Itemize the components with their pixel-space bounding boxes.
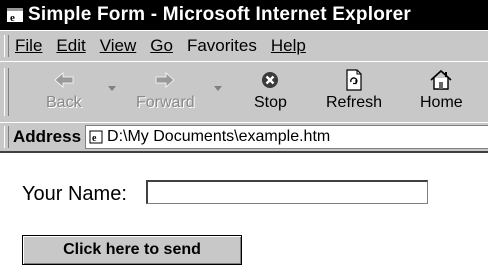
ie-logo-icon: e bbox=[7, 8, 23, 24]
address-grip[interactable] bbox=[4, 126, 9, 148]
name-input[interactable] bbox=[146, 180, 428, 204]
refresh-label: Refresh bbox=[326, 94, 383, 111]
address-field[interactable]: e D:\My Documents\example.htm bbox=[85, 125, 488, 149]
forward-arrow-icon bbox=[155, 72, 175, 88]
home-label: Home bbox=[420, 94, 463, 111]
home-icon bbox=[430, 69, 452, 90]
address-value[interactable]: D:\My Documents\example.htm bbox=[107, 128, 330, 146]
refresh-icon bbox=[346, 69, 362, 91]
forward-dropdown-icon[interactable] bbox=[214, 86, 222, 91]
svg-text:e: e bbox=[92, 133, 97, 144]
stop-icon bbox=[262, 72, 279, 88]
toolbar-grip[interactable] bbox=[4, 68, 9, 116]
address-bar: Address e D:\My Documents\example.htm bbox=[0, 122, 488, 152]
menu-bar: File Edit View Go Favorites Help bbox=[0, 30, 488, 62]
forward-button[interactable]: Forward bbox=[136, 68, 195, 112]
menu-view[interactable]: View bbox=[100, 36, 137, 56]
back-label: Back bbox=[46, 94, 82, 111]
stop-label: Stop bbox=[254, 94, 287, 111]
stop-button[interactable]: Stop bbox=[254, 68, 287, 112]
svg-text:e: e bbox=[10, 12, 15, 24]
standard-toolbar: Back Forward Stop Refresh Home bbox=[0, 61, 488, 123]
forward-label: Forward bbox=[136, 94, 195, 111]
address-label: Address bbox=[13, 127, 82, 146]
back-arrow-icon bbox=[54, 72, 74, 88]
back-button[interactable]: Back bbox=[46, 68, 82, 112]
window-title: Simple Form - Microsoft Internet Explore… bbox=[28, 4, 411, 25]
refresh-button[interactable]: Refresh bbox=[326, 68, 382, 112]
name-label: Your Name: bbox=[22, 183, 127, 205]
title-bar[interactable]: e Simple Form - Microsoft Internet Explo… bbox=[0, 0, 488, 30]
menu-file[interactable]: File bbox=[15, 36, 42, 56]
menu-grip[interactable] bbox=[4, 35, 9, 57]
page-icon: e bbox=[89, 130, 103, 144]
back-dropdown-icon[interactable] bbox=[108, 86, 116, 91]
browser-window: e Simple Form - Microsoft Internet Explo… bbox=[0, 0, 488, 277]
send-button[interactable]: Click here to send bbox=[22, 235, 242, 265]
menu-go[interactable]: Go bbox=[150, 36, 173, 56]
home-button[interactable]: Home bbox=[420, 68, 463, 112]
menu-favorites[interactable]: Favorites bbox=[187, 36, 257, 56]
menu-help[interactable]: Help bbox=[271, 36, 306, 56]
page-content: Your Name: Click here to send bbox=[0, 151, 488, 277]
menu-edit[interactable]: Edit bbox=[56, 36, 85, 56]
